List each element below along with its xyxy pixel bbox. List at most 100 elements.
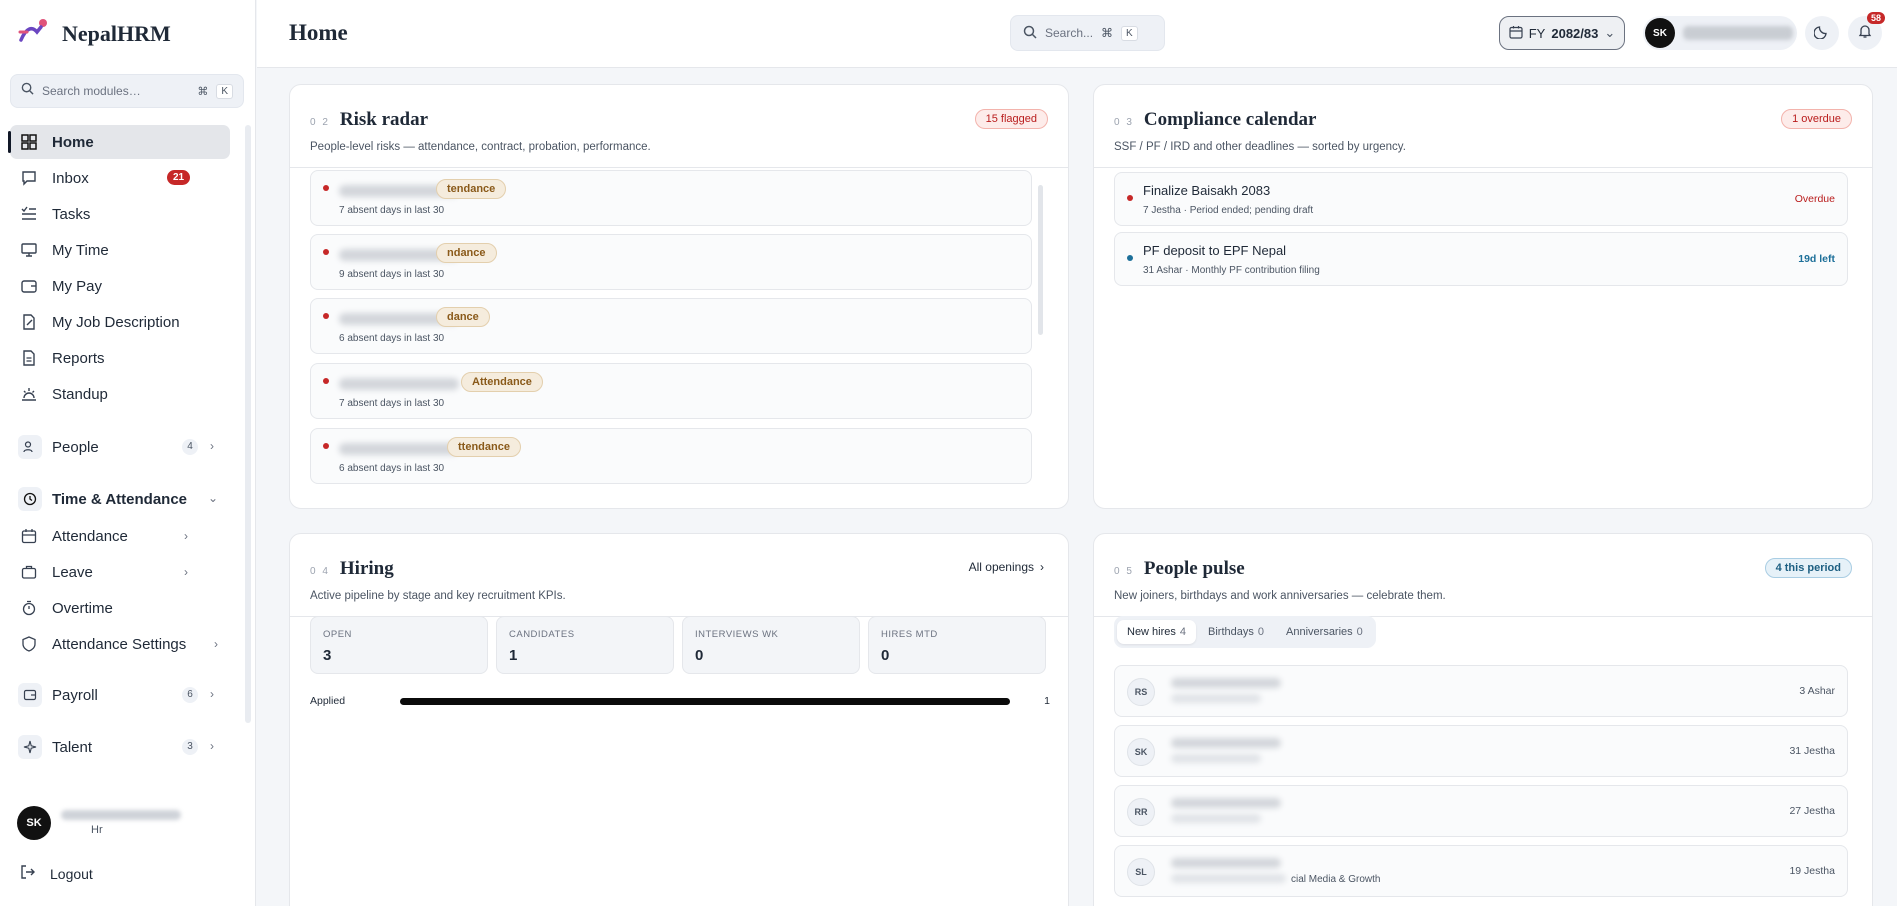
sidebar-user[interactable]: SK Hr — [17, 806, 181, 840]
list-item[interactable]: SK 31 Jestha — [1114, 725, 1848, 777]
sidebar-group-people[interactable]: People 4 › — [10, 427, 230, 467]
card-number: 0 5 — [1114, 566, 1134, 577]
person-name-redacted — [339, 443, 459, 455]
sidebar-item-label: Attendance Settings — [52, 635, 187, 653]
risk-list-scrollbar[interactable] — [1038, 185, 1043, 335]
sidebar-item-label: Overtime — [52, 599, 113, 617]
topbar: Home Search... ⌘ K FY 2082/83 ⌄ SK 58 — [257, 0, 1897, 68]
list-check-icon — [20, 205, 38, 223]
chevron-right-icon: › — [214, 637, 218, 651]
chevron-right-icon: › — [184, 529, 188, 543]
tab-anniversaries[interactable]: Anniversaries 0 — [1276, 620, 1373, 644]
theme-toggle-button[interactable] — [1805, 16, 1839, 50]
risk-item[interactable]: tendance 7 absent days in last 30 — [310, 170, 1032, 226]
sidebar-item-my-job-description[interactable]: My Job Description — [10, 305, 230, 339]
brand[interactable]: NepalHRM — [18, 18, 171, 49]
module-search-input[interactable]: Search modules… ⌘ K — [10, 74, 244, 108]
sidebar-item-overtime[interactable]: Overtime — [10, 591, 230, 625]
list-item[interactable]: RS 3 Ashar — [1114, 665, 1848, 717]
sidebar-item-reports[interactable]: Reports — [10, 341, 230, 375]
tab-new-hires[interactable]: New hires 4 — [1117, 620, 1197, 644]
sidebar-item-my-pay[interactable]: My Pay — [10, 269, 230, 303]
sidebar-item-label: Inbox — [52, 169, 89, 187]
clock-icon — [18, 487, 42, 511]
risk-detail: 6 absent days in last 30 — [339, 463, 445, 474]
sidebar-group-time-attendance[interactable]: Time & Attendance ⌄ — [10, 479, 230, 519]
page-title: Home — [289, 20, 348, 45]
payroll-icon — [18, 683, 42, 707]
card-number: 0 2 — [310, 117, 330, 128]
sidebar-group-label: Talent — [52, 738, 93, 756]
global-search-input[interactable]: Search... ⌘ K — [1010, 15, 1165, 51]
sidebar-item-standup[interactable]: Standup — [10, 377, 230, 411]
sidebar-item-inbox[interactable]: Inbox 21 — [10, 161, 230, 195]
sidebar-group-label: Time & Attendance — [52, 490, 188, 508]
status-dot — [323, 378, 329, 384]
sidebar-item-label: Leave — [52, 563, 93, 581]
avatar: SK — [1127, 738, 1155, 766]
status-dot — [1127, 195, 1133, 201]
sidebar-item-attendance[interactable]: Attendance › — [10, 519, 230, 553]
chevron-right-icon: › — [210, 439, 214, 453]
search-icon — [1023, 25, 1037, 42]
divider — [1094, 167, 1872, 168]
avatar: RR — [1127, 798, 1155, 826]
sidebar-group-talent[interactable]: Talent 3 › — [10, 727, 230, 767]
risk-item[interactable]: ttendance 6 absent days in last 30 — [310, 428, 1032, 484]
sidebar-item-home[interactable]: Home — [8, 125, 230, 159]
sidebar-item-label: My Time — [52, 241, 109, 259]
chevron-right-icon: › — [184, 565, 188, 579]
list-item[interactable]: SL cial Media & Growth 19 Jestha — [1114, 845, 1848, 897]
compliance-item[interactable]: Finalize Baisakh 2083 7 Jestha · Period … — [1114, 172, 1848, 226]
fiscal-year-select[interactable]: FY 2082/83 ⌄ — [1499, 16, 1625, 50]
chevron-right-icon: › — [210, 739, 214, 753]
divider — [290, 167, 1068, 168]
compliance-item[interactable]: PF deposit to EPF Nepal 31 Ashar · Month… — [1114, 232, 1848, 286]
kbd-k: K — [216, 83, 233, 99]
sidebar-item-tasks[interactable]: Tasks — [10, 197, 230, 231]
compliance-title: Finalize Baisakh 2083 — [1143, 183, 1271, 198]
link-label: All openings — [968, 560, 1034, 574]
document-icon — [20, 349, 38, 367]
person-detail-redacted — [1171, 814, 1261, 823]
stopwatch-icon — [20, 599, 38, 617]
sidebar-item-attendance-settings[interactable]: Attendance Settings › — [10, 627, 230, 661]
flagged-badge: 15 flagged — [974, 109, 1048, 129]
card-number: 0 3 — [1114, 117, 1134, 128]
status-dot — [1127, 255, 1133, 261]
sidebar-item-label: My Job Description — [52, 313, 180, 331]
risk-detail: 7 absent days in last 30 — [339, 398, 445, 409]
sidebar-group-label: People — [52, 438, 99, 456]
list-item[interactable]: RR 27 Jestha — [1114, 785, 1848, 837]
user-menu[interactable]: SK — [1643, 16, 1797, 50]
group-count: 6 — [182, 687, 198, 703]
sidebar-group-label: Payroll — [52, 686, 98, 704]
logout-button[interactable]: Logout — [20, 864, 93, 883]
kpi-candidates: CANDIDATES 1 — [496, 616, 674, 674]
risk-item[interactable]: Attendance 7 absent days in last 30 — [310, 363, 1032, 419]
group-count: 3 — [182, 739, 198, 755]
sidebar-item-leave[interactable]: Leave › — [10, 555, 230, 589]
all-openings-link[interactable]: All openings › — [969, 560, 1044, 574]
sidebar-group-payroll[interactable]: Payroll 6 › — [10, 675, 230, 715]
card-subtitle: Active pipeline by stage and key recruit… — [310, 590, 566, 602]
status-dot — [323, 185, 329, 191]
sparkle-icon — [18, 735, 42, 759]
risk-item[interactable]: ndance 9 absent days in last 30 — [310, 234, 1032, 290]
card-subtitle: New joiners, birthdays and work annivers… — [1114, 590, 1446, 602]
tab-count: 0 — [1257, 626, 1265, 638]
sidebar: NepalHRM Search modules… ⌘ K Home Inbox … — [0, 0, 256, 906]
people-pulse-card: 0 5 People pulse 4 this period New joine… — [1093, 533, 1873, 906]
compliance-detail: 31 Ashar · Monthly PF contribution filin… — [1143, 265, 1320, 276]
event-date: 19 Jestha — [1789, 865, 1835, 877]
tab-birthdays[interactable]: Birthdays 0 — [1198, 620, 1274, 644]
search-icon — [21, 82, 34, 100]
compliance-title: PF deposit to EPF Nepal — [1143, 243, 1287, 258]
notifications-button[interactable]: 58 — [1848, 12, 1885, 50]
card-subtitle: People-level risks — attendance, contrac… — [310, 141, 651, 153]
risk-item[interactable]: dance 6 absent days in last 30 — [310, 298, 1032, 354]
card-number: 0 4 — [310, 566, 330, 577]
kbd-cmd: ⌘ — [197, 85, 209, 98]
sidebar-item-my-time[interactable]: My Time — [10, 233, 230, 267]
sidebar-scrollbar[interactable] — [245, 125, 251, 723]
